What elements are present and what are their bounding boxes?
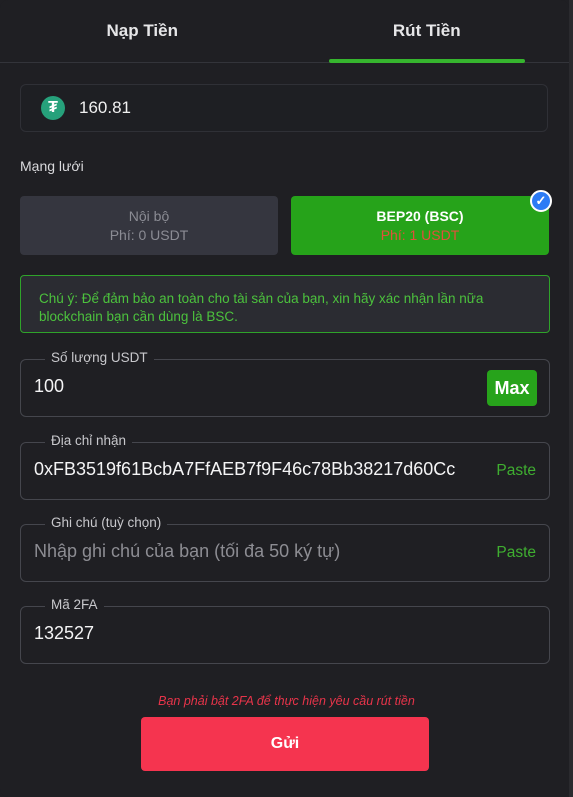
- memo-paste-button[interactable]: Paste: [496, 544, 536, 562]
- network-label: Mạng lưới: [20, 158, 84, 174]
- withdraw-panel: Nạp Tiền Rút Tiền ₮ 160.81 Mạng lưới Nội…: [0, 0, 569, 797]
- amount-field[interactable]: Số lượng USDT 100 Max: [20, 350, 550, 417]
- network-option-name: Nội bộ: [128, 208, 170, 224]
- address-label: Địa chỉ nhận: [45, 433, 133, 448]
- tab-withdraw[interactable]: Rút Tiền: [285, 0, 570, 63]
- memo-field[interactable]: Ghi chú (tuỳ chọn) Nhập ghi chú của bạn …: [20, 515, 550, 582]
- twofa-warning: Bạn phải bật 2FA để thực hiện yêu cầu rú…: [158, 694, 415, 708]
- scrollbar[interactable]: [569, 0, 573, 797]
- network-option-internal[interactable]: Nội bộ Phí: 0 USDT: [20, 196, 278, 255]
- tether-icon: ₮: [41, 96, 65, 120]
- address-input[interactable]: 0xFB3519f61BcbA7FfAEB7f9F46c78Bb38217d60…: [34, 459, 455, 480]
- network-notice: Chú ý: Để đảm bảo an toàn cho tài sản củ…: [20, 275, 550, 333]
- memo-input[interactable]: Nhập ghi chú của bạn (tối đa 50 ký tự): [34, 541, 340, 562]
- amount-input[interactable]: 100: [34, 376, 64, 397]
- twofa-label: Mã 2FA: [45, 597, 104, 612]
- checkmark-icon: ✓: [530, 190, 552, 212]
- tab-withdraw-label: Rút Tiền: [392, 21, 461, 40]
- twofa-input[interactable]: 132527: [34, 623, 94, 644]
- submit-button[interactable]: Gửi: [141, 717, 429, 771]
- network-option-name: BEP20 (BSC): [376, 208, 464, 224]
- tab-deposit-label: Nạp Tiền: [106, 21, 178, 40]
- network-option-fee: Phí: 0 USDT: [109, 227, 189, 243]
- address-field[interactable]: Địa chỉ nhận 0xFB3519f61BcbA7FfAEB7f9F46…: [20, 433, 550, 500]
- network-option-fee: Phí: 1 USDT: [380, 227, 460, 243]
- network-option-bep20[interactable]: BEP20 (BSC) Phí: 1 USDT: [291, 196, 549, 255]
- amount-label: Số lượng USDT: [45, 350, 154, 365]
- balance-value: 160.81: [79, 98, 131, 117]
- max-button[interactable]: Max: [487, 370, 537, 406]
- address-paste-button[interactable]: Paste: [496, 462, 536, 480]
- twofa-field[interactable]: Mã 2FA 132527: [20, 597, 550, 664]
- memo-label: Ghi chú (tuỳ chọn): [45, 515, 168, 530]
- tab-deposit[interactable]: Nạp Tiền: [0, 0, 285, 62]
- tab-bar: Nạp Tiền Rút Tiền: [0, 0, 569, 63]
- balance-display: ₮ 160.81: [20, 84, 548, 132]
